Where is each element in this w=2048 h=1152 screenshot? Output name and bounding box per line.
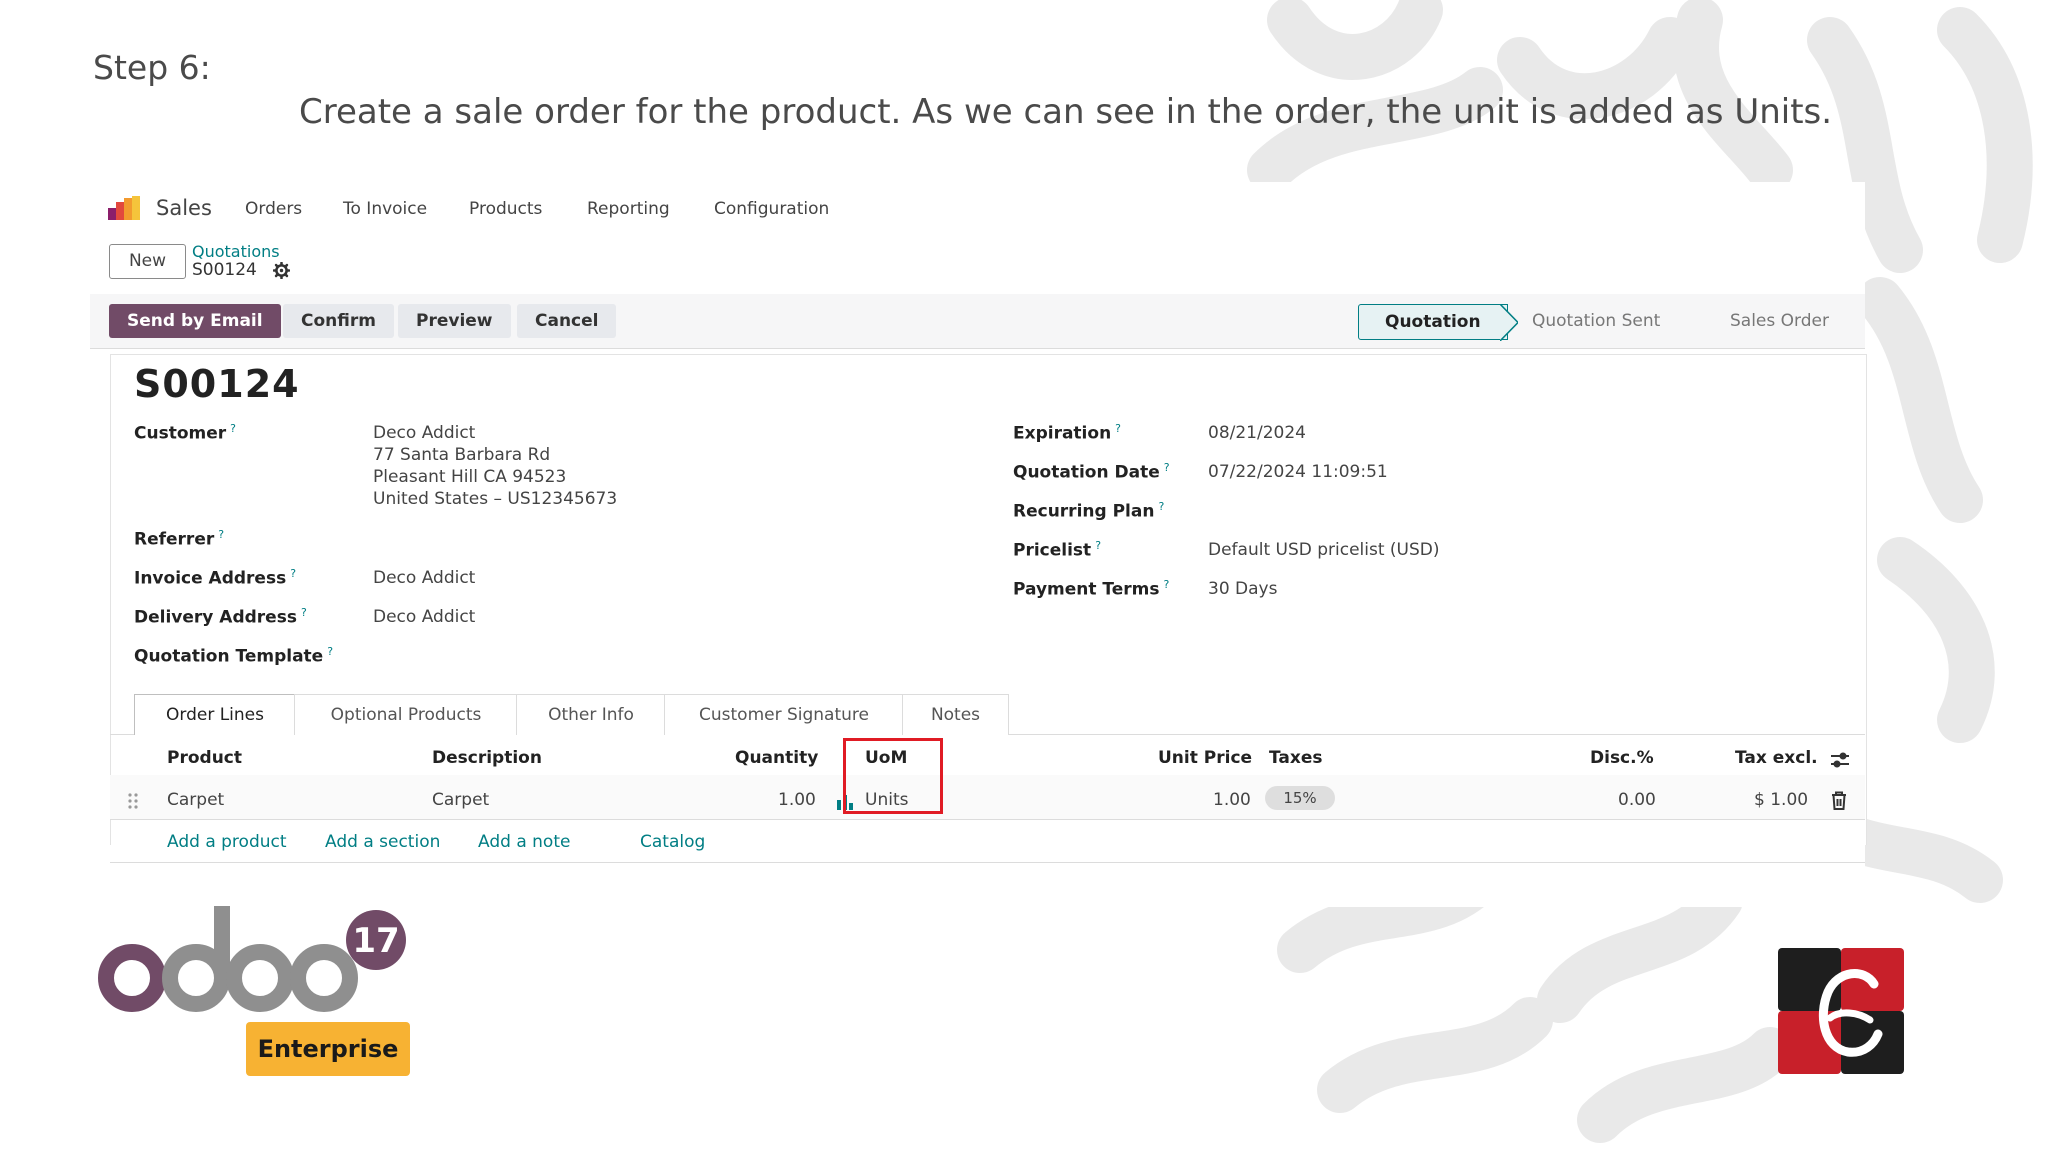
add-note-link[interactable]: Add a note [478,832,570,852]
top-navbar: Sales Orders To Invoice Products Reporti… [90,182,1865,238]
customer-street: 77 Santa Barbara Rd [373,445,551,465]
sales-app-icon [108,196,140,220]
referrer-label: Referrer? [134,528,225,550]
invoice-address-label: Invoice Address? [134,567,297,589]
status-sales-order[interactable]: Sales Order [1730,304,1829,338]
tab-customer-signature[interactable]: Customer Signature [664,694,904,735]
col-product[interactable]: Product [167,748,242,768]
cell-discount[interactable]: 0.00 [1618,790,1656,810]
confirm-button[interactable]: Confirm [283,304,394,338]
customer-city: Pleasant Hill CA 94523 [373,467,567,487]
status-quotation-sent[interactable]: Quotation Sent [1532,304,1660,338]
nav-products[interactable]: Products [469,199,542,219]
gear-icon[interactable] [273,262,290,279]
col-taxes[interactable]: Taxes [1269,748,1323,768]
add-section-link[interactable]: Add a section [325,832,440,852]
drag-handle-icon[interactable] [127,792,139,810]
help-icon[interactable]: ? [1158,500,1164,513]
preview-button[interactable]: Preview [398,304,511,338]
new-button[interactable]: New [109,244,186,279]
tab-notes[interactable]: Notes [902,694,1009,735]
company-logo [1778,948,1904,1074]
tab-order-lines[interactable]: Order Lines [134,694,296,735]
help-icon[interactable]: ? [1115,422,1121,435]
quotation-date-label: Quotation Date? [1013,461,1170,483]
pricelist-value[interactable]: Default USD pricelist (USD) [1208,539,1440,561]
send-by-email-button[interactable]: Send by Email [109,304,281,338]
status-quotation[interactable]: Quotation [1358,304,1508,340]
cancel-button[interactable]: Cancel [517,304,617,338]
cell-tax-excl: $ 1.00 [1754,790,1809,810]
trash-icon[interactable] [1830,791,1848,810]
tax-badge[interactable]: 15% [1265,786,1335,810]
help-icon[interactable]: ? [1164,461,1170,474]
help-icon[interactable]: ? [1164,578,1170,591]
payment-terms-label: Payment Terms? [1013,578,1170,600]
app-name[interactable]: Sales [156,196,212,220]
chevron-right-icon [1500,304,1518,341]
col-quantity[interactable]: Quantity [735,748,818,768]
col-description[interactable]: Description [432,748,542,768]
cell-product[interactable]: Carpet [167,790,224,810]
expiration-value[interactable]: 08/21/2024 [1208,422,1306,444]
customer-value[interactable]: Deco Addict 77 Santa Barbara Rd Pleasant… [373,422,617,510]
order-number: S00124 [134,362,300,406]
quotation-date-value[interactable]: 07/22/2024 11:09:51 [1208,461,1388,483]
help-icon[interactable]: ? [301,606,307,619]
nav-orders[interactable]: Orders [245,199,302,219]
odoo-version: 17 [352,921,399,961]
col-discount[interactable]: Disc.% [1590,748,1654,768]
column-settings-icon[interactable] [1830,751,1850,769]
col-tax-excl[interactable]: Tax excl. [1735,748,1818,768]
divider [90,348,1865,349]
tab-optional-products[interactable]: Optional Products [294,694,518,735]
delivery-address-label: Delivery Address? [134,606,307,628]
recurring-plan-label: Recurring Plan? [1013,500,1165,522]
help-icon[interactable]: ? [230,422,236,435]
divider [110,862,1865,863]
help-icon[interactable]: ? [327,645,333,658]
tab-other-info[interactable]: Other Info [516,694,666,735]
customer-label: Customer? [134,422,236,444]
pricelist-label: Pricelist? [1013,539,1102,561]
nav-reporting[interactable]: Reporting [587,199,670,219]
quotation-template-label: Quotation Template? [134,645,334,667]
delivery-address-value[interactable]: Deco Addict [373,606,475,628]
step-description: Create a sale order for the product. As … [299,92,1833,132]
payment-terms-value[interactable]: 30 Days [1208,578,1277,600]
enterprise-badge: Enterprise [246,1022,410,1076]
add-product-link[interactable]: Add a product [167,832,287,852]
customer-country: United States – US12345673 [373,489,618,509]
table-row[interactable] [110,775,1865,819]
breadcrumb-quotations[interactable]: Quotations [192,242,280,261]
invoice-address-value[interactable]: Deco Addict [373,567,475,589]
cell-quantity[interactable]: 1.00 [778,790,816,810]
cell-description[interactable]: Carpet [432,790,489,810]
nav-to-invoice[interactable]: To Invoice [343,199,427,219]
step-title: Step 6: [93,48,211,87]
nav-configuration[interactable]: Configuration [714,199,829,219]
help-icon[interactable]: ? [1095,539,1101,552]
col-unit-price[interactable]: Unit Price [1158,748,1252,768]
cell-unit-price[interactable]: 1.00 [1213,790,1251,810]
divider [110,819,1865,820]
customer-name: Deco Addict [373,423,476,443]
help-icon[interactable]: ? [290,567,296,580]
help-icon[interactable]: ? [218,528,224,541]
catalog-link[interactable]: Catalog [640,832,705,852]
expiration-label: Expiration? [1013,422,1122,444]
odoo-screenshot: Sales Orders To Invoice Products Reporti… [90,182,1867,907]
breadcrumb-current: S00124 [192,260,257,280]
uom-highlight-box [843,738,943,814]
